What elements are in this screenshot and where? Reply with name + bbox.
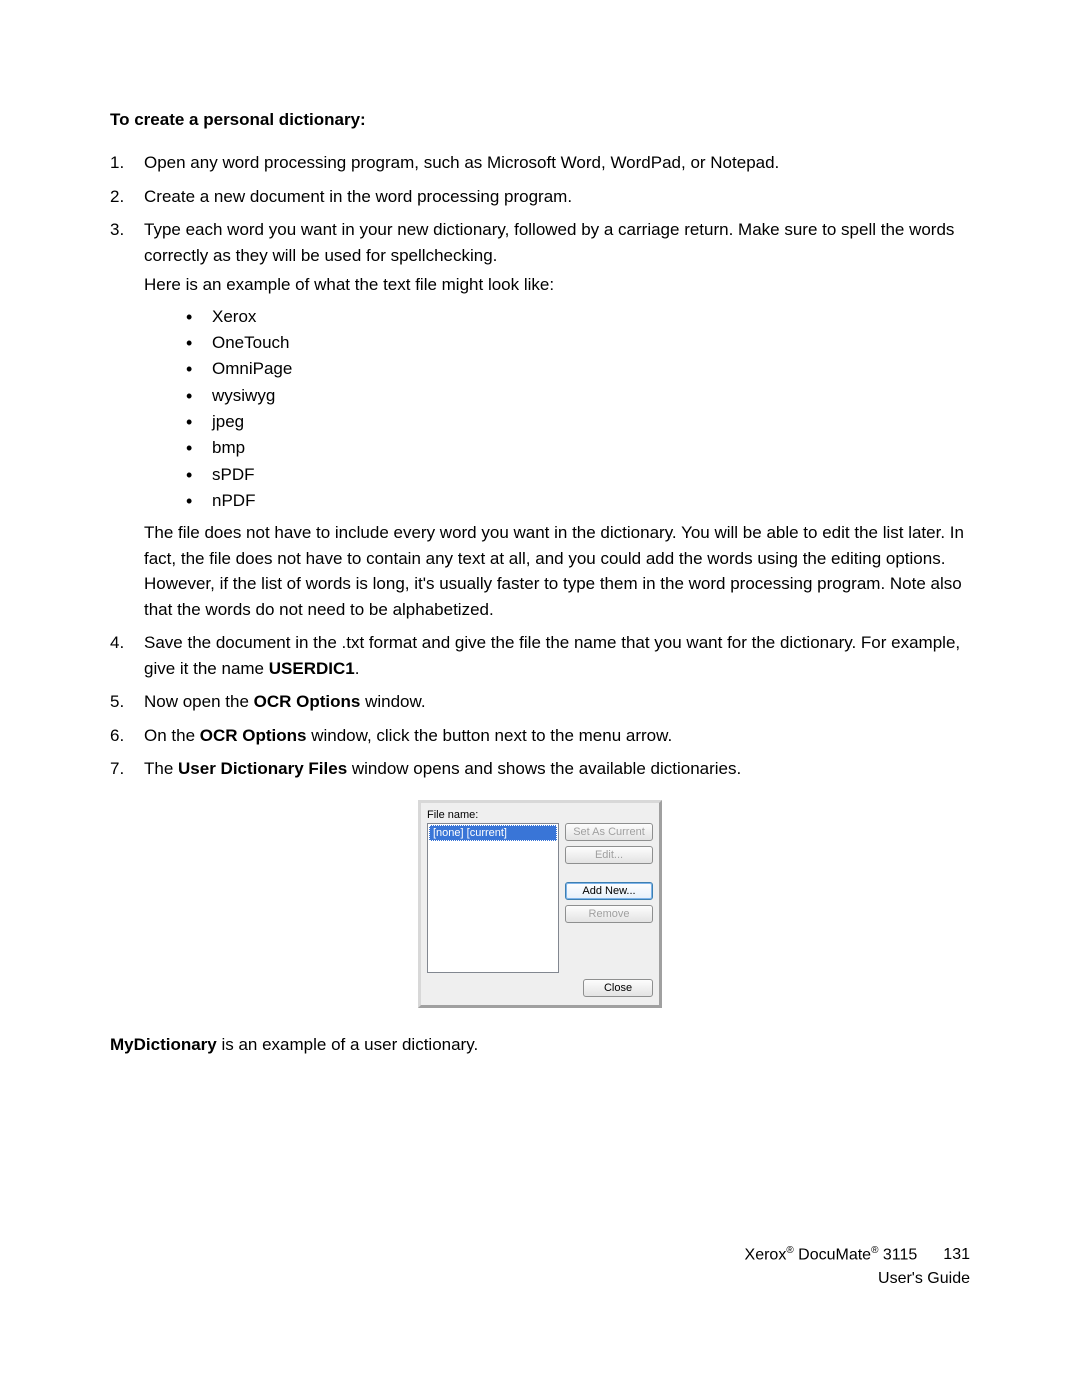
page-footer: Xerox® DocuMate® 3115131 User's Guide: [745, 1243, 970, 1291]
list-item-none-current[interactable]: [none] [current]: [429, 825, 557, 841]
step-6: On the OCR Options window, click the but…: [110, 723, 970, 749]
step-3-intro: Type each word you want in your new dict…: [144, 217, 970, 268]
step-7-text-a: The: [144, 759, 178, 778]
filename-label: File name:: [427, 809, 559, 821]
word-xerox: Xerox: [178, 304, 970, 330]
closing-text: is an example of a user dictionary.: [217, 1035, 478, 1054]
step-1: Open any word processing program, such a…: [110, 150, 970, 176]
set-as-current-button[interactable]: Set As Current: [565, 823, 653, 841]
word-spdf: sPDF: [178, 462, 970, 488]
step-7-text-c: window opens and shows the available dic…: [347, 759, 741, 778]
step-2: Create a new document in the word proces…: [110, 184, 970, 210]
step-7-bold: User Dictionary Files: [178, 759, 347, 778]
step-5-text-a: Now open the: [144, 692, 254, 711]
word-jpeg: jpeg: [178, 409, 970, 435]
edit-button[interactable]: Edit...: [565, 846, 653, 864]
step-6-bold: OCR Options: [200, 726, 307, 745]
step-4-text-c: .: [355, 659, 360, 678]
add-new-button[interactable]: Add New...: [565, 882, 653, 900]
footer-brand1: Xerox: [745, 1246, 787, 1263]
step-7: The User Dictionary Files window opens a…: [110, 756, 970, 782]
close-button[interactable]: Close: [583, 979, 653, 997]
step-5: Now open the OCR Options window.: [110, 689, 970, 715]
word-onetouch: OneTouch: [178, 330, 970, 356]
step-4-text-a: Save the document in the .txt format and…: [144, 633, 960, 678]
footer-reg1: ®: [786, 1245, 793, 1256]
step-3: Type each word you want in your new dict…: [110, 217, 970, 622]
dialog-container: File name: [none] [current] Set As Curre…: [110, 800, 970, 1008]
step-4-bold: USERDIC1: [269, 659, 355, 678]
steps-list: Open any word processing program, such a…: [110, 150, 970, 782]
word-npdf: nPDF: [178, 488, 970, 514]
section-heading: To create a personal dictionary:: [110, 110, 970, 130]
step-3-note: The file does not have to include every …: [144, 520, 970, 622]
step-6-text-c: window, click the button next to the men…: [306, 726, 672, 745]
footer-brand2: DocuMate: [794, 1246, 871, 1263]
step-5-bold: OCR Options: [254, 692, 361, 711]
remove-button[interactable]: Remove: [565, 905, 653, 923]
user-dictionary-dialog: File name: [none] [current] Set As Curre…: [418, 800, 662, 1008]
closing-line: MyDictionary is an example of a user dic…: [110, 1032, 970, 1058]
step-3-example-label: Here is an example of what the text file…: [144, 272, 970, 298]
step-6-text-a: On the: [144, 726, 200, 745]
closing-bold: MyDictionary: [110, 1035, 217, 1054]
footer-model: 3115: [878, 1246, 917, 1263]
word-omnipage: OmniPage: [178, 356, 970, 382]
word-bmp: bmp: [178, 435, 970, 461]
example-words-list: Xerox OneTouch OmniPage wysiwyg jpeg bmp…: [144, 304, 970, 515]
step-4: Save the document in the .txt format and…: [110, 630, 970, 681]
page-number: 131: [943, 1246, 970, 1263]
file-listbox[interactable]: [none] [current]: [427, 823, 559, 973]
footer-guide: User's Guide: [745, 1267, 970, 1291]
word-wysiwyg: wysiwyg: [178, 383, 970, 409]
step-5-text-c: window.: [360, 692, 425, 711]
